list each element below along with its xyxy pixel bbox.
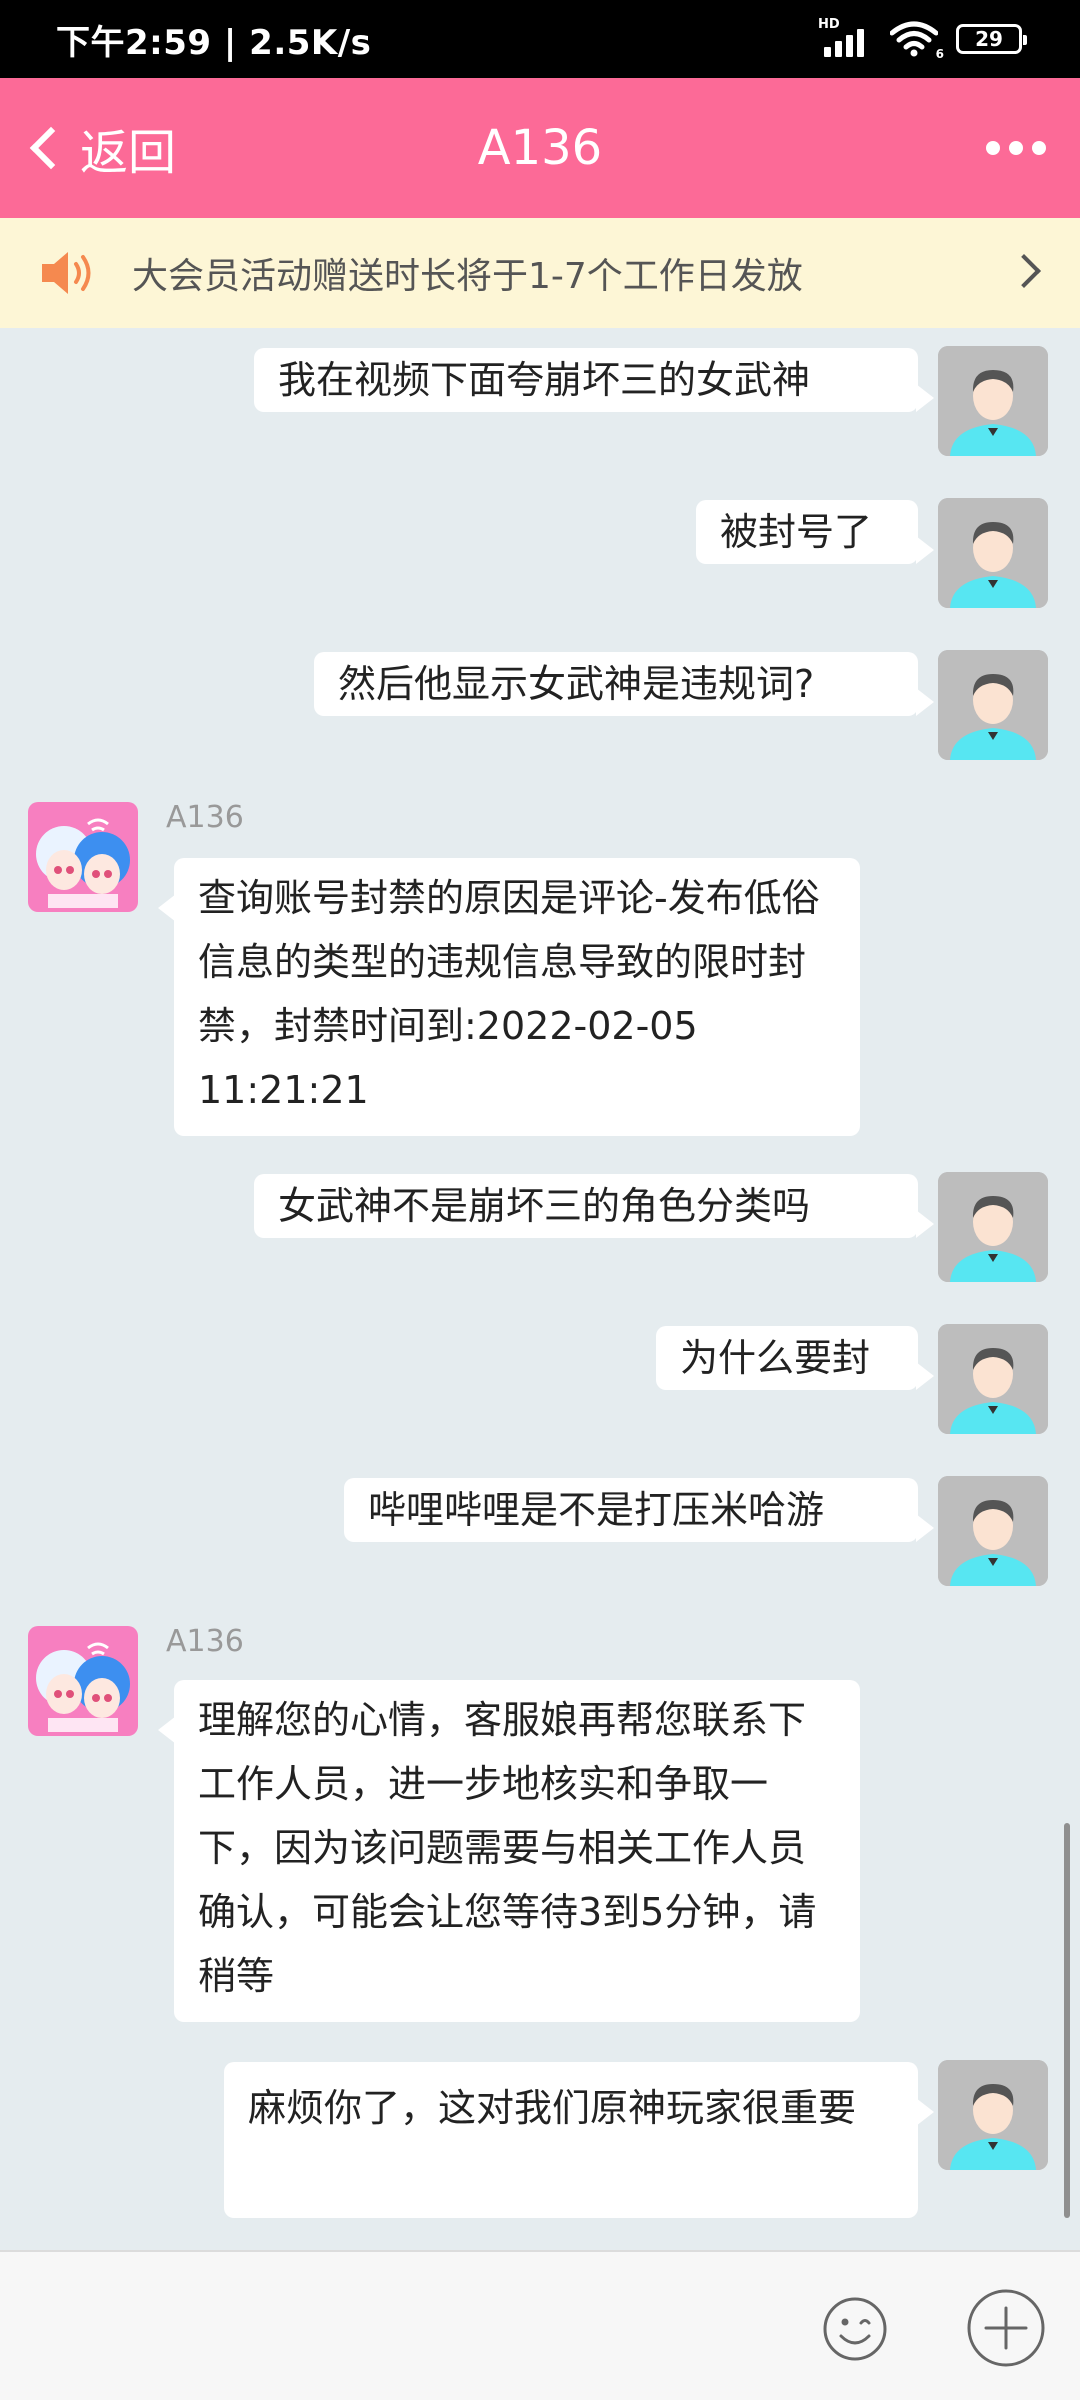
user-avatar[interactable] xyxy=(938,1476,1048,1586)
user-avatar[interactable] xyxy=(938,1172,1048,1282)
sender-name: A136 xyxy=(166,1624,244,1659)
user-message-bubble: 为什么要封 xyxy=(656,1326,934,1390)
user-message-bubble: 女武神不是崩坏三的角色分类吗 xyxy=(254,1174,934,1238)
scrollbar[interactable] xyxy=(1064,1823,1070,2218)
user-message-bubble: 然后他显示女武神是违规词? xyxy=(314,652,934,716)
input-bar xyxy=(0,2250,1080,2400)
user-avatar[interactable] xyxy=(938,346,1048,456)
battery-icon: 29 xyxy=(956,24,1027,54)
back-button[interactable]: 返回 xyxy=(26,78,176,218)
wifi-icon: 6 xyxy=(889,21,944,61)
status-time-speed: 下午2:59 | 2.5K/s xyxy=(56,22,372,63)
chevron-right-icon xyxy=(1007,254,1041,288)
wifi-badge: 6 xyxy=(935,47,944,61)
user-avatar[interactable] xyxy=(938,1324,1048,1434)
more-dot-icon xyxy=(1009,141,1023,155)
status-icons: HD 6 29 xyxy=(818,17,1027,61)
user-message-bubble: 我在视频下面夸崩坏三的女武神 xyxy=(254,348,934,412)
more-options-button[interactable] xyxy=(986,78,1046,218)
header-bar: 返回 A136 xyxy=(0,78,1080,218)
emoji-icon[interactable] xyxy=(822,2296,888,2362)
more-dot-icon xyxy=(1032,141,1046,155)
message-input[interactable] xyxy=(20,2264,780,2384)
speaker-icon xyxy=(42,252,91,294)
user-message-bubble: 被封号了 xyxy=(696,500,934,564)
status-bar: 下午2:59 | 2.5K/s HD 6 29 xyxy=(0,0,1080,78)
chevron-left-icon xyxy=(29,126,73,170)
user-avatar[interactable] xyxy=(938,2060,1048,2170)
agent-avatar[interactable] xyxy=(28,1626,138,1736)
more-dot-icon xyxy=(986,141,1000,155)
back-label: 返回 xyxy=(80,125,177,181)
battery-level: 29 xyxy=(975,27,1003,51)
agent-message-bubble: 查询账号封禁的原因是评论-发布低俗信息的类型的违规信息导致的限时封禁，封禁时间到… xyxy=(158,858,860,1136)
sender-name: A136 xyxy=(166,800,244,835)
user-message-bubble: 麻烦你了，这对我们原神玩家很重要 xyxy=(224,2062,934,2218)
user-avatar[interactable] xyxy=(938,650,1048,760)
user-message-bubble: 哔哩哔哩是不是打压米哈游 xyxy=(344,1478,934,1542)
notice-banner[interactable]: 大会员活动赠送时长将于1-7个工作日发放 xyxy=(0,218,1080,328)
plus-icon[interactable] xyxy=(966,2288,1046,2368)
signal-icon: HD xyxy=(818,17,872,59)
agent-message-bubble: 理解您的心情，客服娘再帮您联系下工作人员，进一步地核实和争取一下，因为该问题需要… xyxy=(158,1680,860,2022)
notice-text: 大会员活动赠送时长将于1-7个工作日发放 xyxy=(132,256,803,297)
user-avatar[interactable] xyxy=(938,498,1048,608)
message-list[interactable]: 我在视频下面夸崩坏三的女武神 被封号了 然后他显示女武神是违规词? A136 查… xyxy=(0,328,1080,2250)
agent-avatar[interactable] xyxy=(28,802,138,912)
